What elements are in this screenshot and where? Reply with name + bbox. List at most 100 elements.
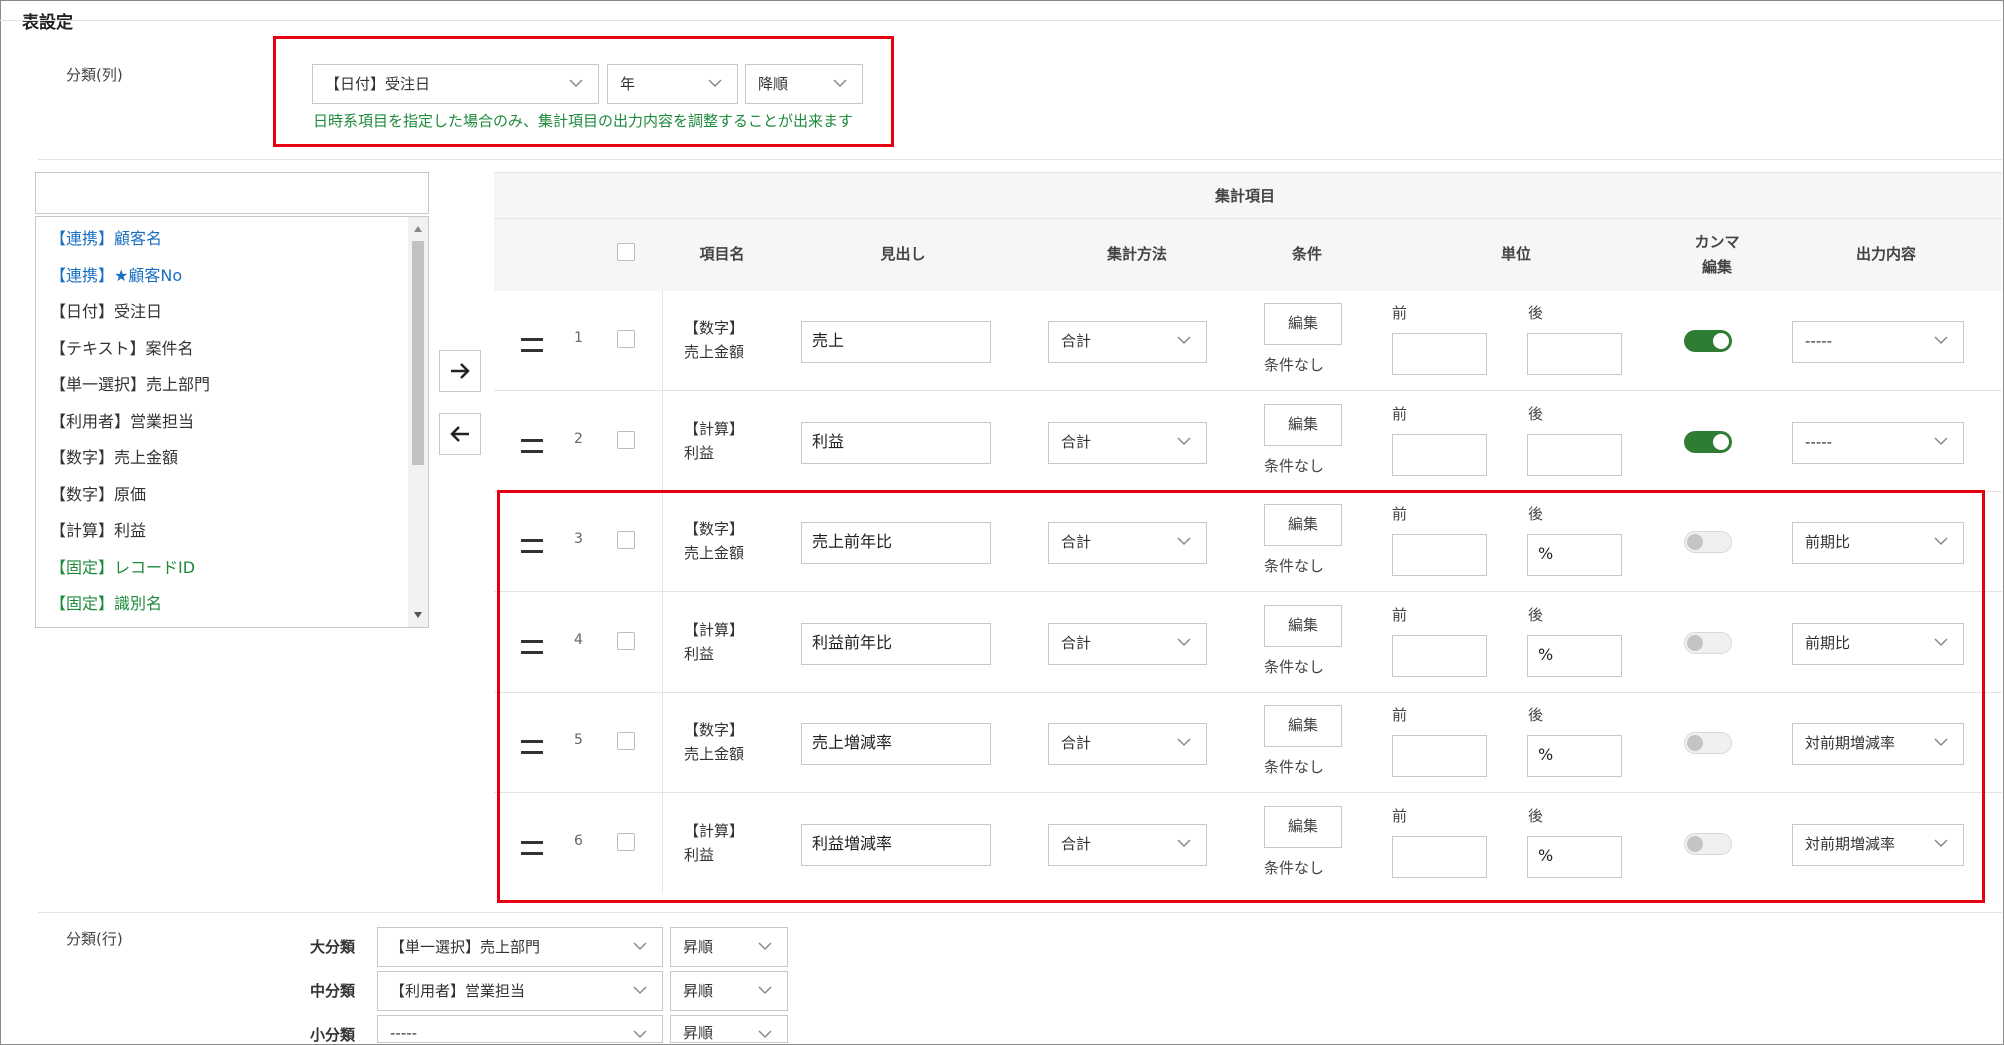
header-condition: 条件 bbox=[1291, 245, 1322, 263]
condition-status: 条件なし bbox=[1264, 356, 1325, 374]
item-field: 売上金額 bbox=[684, 343, 745, 361]
major-field-select-value: 【単一選択】売上部門 bbox=[390, 938, 541, 956]
column-unit-select-value: 年 bbox=[620, 75, 636, 93]
arrow-left-icon bbox=[450, 426, 469, 442]
major-order-select-value: 昇順 bbox=[683, 938, 714, 956]
heading-input[interactable]: 売上 bbox=[801, 321, 991, 363]
toggle-knob bbox=[1713, 333, 1729, 349]
field-list-item[interactable]: 【計算】利益 bbox=[50, 517, 146, 541]
minor-order-select-value: 昇順 bbox=[683, 1024, 714, 1042]
unit-after-input[interactable] bbox=[1527, 333, 1622, 375]
unit-after-input[interactable] bbox=[1527, 433, 1622, 476]
divider bbox=[38, 159, 2002, 160]
major-field-select[interactable]: 【単一選択】売上部門 bbox=[377, 927, 663, 967]
field-list-item[interactable]: 【日付】受注日 bbox=[50, 298, 162, 322]
chevron-down-icon bbox=[569, 79, 583, 88]
chevron-down-icon bbox=[758, 1030, 772, 1039]
field-list-item[interactable]: 【数字】原価 bbox=[50, 481, 146, 505]
output-select-value: ----- bbox=[1805, 432, 1833, 451]
header-output: 出力内容 bbox=[1855, 245, 1916, 263]
item-type: 【計算】 bbox=[684, 419, 745, 438]
chevron-down-icon bbox=[758, 986, 772, 995]
condition-edit-button[interactable]: 編集 bbox=[1264, 303, 1342, 345]
header-heading: 見出し bbox=[880, 245, 926, 263]
method-select-value: 合計 bbox=[1061, 432, 1092, 451]
middle-order-select-value: 昇順 bbox=[683, 982, 714, 1000]
unit-before-input[interactable] bbox=[1392, 433, 1487, 476]
method-select-value: 合計 bbox=[1061, 332, 1092, 350]
header-comma-line2: 編集 bbox=[1701, 258, 1732, 276]
scroll-up-icon[interactable] bbox=[413, 225, 423, 233]
middle-classification-label: 中分類 bbox=[310, 982, 356, 1000]
divider bbox=[38, 912, 2002, 913]
unit-before-label: 前 bbox=[1392, 304, 1408, 322]
column-order-select[interactable]: 降順 bbox=[745, 64, 863, 104]
field-list-scrollbar[interactable] bbox=[408, 217, 428, 627]
major-order-select[interactable]: 昇順 bbox=[670, 927, 788, 967]
header-comma-line1: カンマ bbox=[1694, 233, 1740, 251]
chevron-down-icon bbox=[833, 79, 847, 88]
comma-toggle[interactable] bbox=[1684, 330, 1732, 352]
item-type: 【数字】 bbox=[684, 319, 745, 337]
column-unit-select[interactable]: 年 bbox=[607, 64, 738, 104]
table-row: 2 【計算】 利益 利益 合計 編集 条件なし前後 ----- bbox=[494, 390, 2002, 491]
field-list-item[interactable]: 【連携】★顧客No bbox=[50, 262, 182, 286]
scroll-down-icon[interactable] bbox=[413, 611, 423, 619]
highlight-box-rows bbox=[497, 490, 1985, 903]
field-list-item[interactable]: 【テキスト】案件名 bbox=[50, 335, 194, 359]
unit-after-label: 後 bbox=[1528, 304, 1544, 322]
column-classification-note: 日時系項目を指定した場合のみ、集計項目の出力内容を調整することが出来ます bbox=[313, 112, 854, 130]
chevron-down-icon bbox=[758, 942, 772, 951]
row-number: 2 bbox=[574, 430, 583, 447]
method-select[interactable]: 合計 bbox=[1048, 421, 1207, 464]
condition-status: 条件なし bbox=[1264, 456, 1325, 475]
minor-classification-label: 小分類 bbox=[310, 1026, 356, 1044]
field-list-item[interactable]: 【単一選択】売上部門 bbox=[50, 371, 210, 395]
move-left-button[interactable] bbox=[439, 413, 481, 455]
section-divider bbox=[0, 20, 2002, 21]
row-classification-label: 分類(行) bbox=[66, 930, 123, 948]
chevron-down-icon bbox=[633, 1030, 647, 1039]
field-list-item[interactable]: 【数字】売上金額 bbox=[50, 444, 178, 468]
unit-after-label: 後 bbox=[1528, 404, 1544, 423]
item-field: 利益 bbox=[684, 443, 715, 462]
minor-order-select[interactable]: 昇順 bbox=[670, 1015, 788, 1043]
field-search-input[interactable] bbox=[35, 172, 429, 214]
middle-field-select[interactable]: 【利用者】営業担当 bbox=[377, 971, 663, 1011]
row-checkbox[interactable] bbox=[617, 330, 635, 348]
middle-order-select[interactable]: 昇順 bbox=[670, 971, 788, 1011]
field-list-item[interactable]: 【固定】識別名 bbox=[50, 590, 162, 614]
output-select[interactable]: ----- bbox=[1792, 421, 1964, 464]
column-field-select[interactable]: 【日付】受注日 bbox=[312, 64, 599, 104]
minor-field-select-value: ----- bbox=[390, 1024, 418, 1042]
move-right-button[interactable] bbox=[439, 350, 481, 392]
scrollbar-thumb[interactable] bbox=[412, 241, 424, 465]
chevron-down-icon bbox=[708, 79, 722, 88]
chevron-down-icon bbox=[1177, 436, 1191, 445]
field-list-item[interactable]: 【連携】顧客名 bbox=[50, 225, 162, 249]
field-list-item[interactable]: 【固定】レコードID bbox=[50, 554, 195, 578]
chevron-down-icon bbox=[1177, 336, 1191, 345]
select-all-checkbox[interactable] bbox=[617, 243, 635, 261]
row-checkbox[interactable] bbox=[617, 430, 635, 449]
column-order-select-value: 降順 bbox=[758, 75, 789, 93]
field-list-item[interactable]: 【利用者】営業担当 bbox=[50, 408, 194, 432]
header-item-name: 項目名 bbox=[699, 245, 745, 263]
heading-input[interactable]: 利益 bbox=[801, 421, 991, 464]
unit-before-input[interactable] bbox=[1392, 333, 1487, 375]
header-unit: 単位 bbox=[1500, 245, 1531, 263]
chevron-down-icon bbox=[633, 942, 647, 951]
method-select[interactable]: 合計 bbox=[1048, 321, 1207, 363]
chevron-down-icon bbox=[1934, 336, 1948, 345]
minor-field-select[interactable]: ----- bbox=[377, 1015, 663, 1043]
column-classification-label: 分類(列) bbox=[66, 66, 123, 84]
row-number: 1 bbox=[574, 330, 583, 346]
field-list[interactable]: 【連携】顧客名 【連携】★顧客No 【日付】受注日【テキスト】案件名 【単一選択】売上… bbox=[35, 216, 429, 628]
condition-edit-button[interactable]: 編集 bbox=[1264, 403, 1342, 446]
column-field-select-value: 【日付】受注日 bbox=[325, 75, 431, 93]
output-select[interactable]: ----- bbox=[1792, 321, 1964, 363]
comma-toggle[interactable] bbox=[1684, 430, 1732, 453]
drag-handle-icon[interactable] bbox=[521, 438, 543, 453]
drag-handle-icon[interactable] bbox=[521, 338, 543, 352]
major-classification-label: 大分類 bbox=[310, 938, 356, 956]
